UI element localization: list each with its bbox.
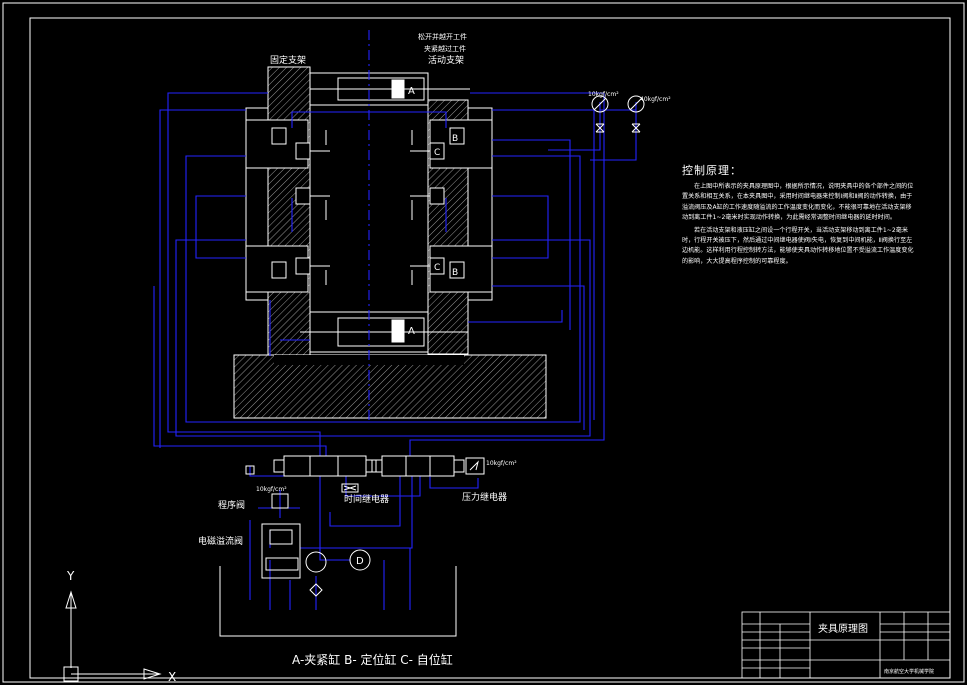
upper-label-2: 夹紧越过工件 xyxy=(424,44,466,53)
cylinder-c-top-label: C xyxy=(434,148,440,158)
relief-setting: 10kgf/cm² xyxy=(256,486,287,493)
cylinder-c-bottom-label: C xyxy=(434,263,440,273)
cylinder-b-bottom-label: B xyxy=(452,268,458,278)
pressure-valve-setting: 10kgf/cm² xyxy=(486,460,517,467)
title-block: 夹具原理图 南京航空大学机械学院 xyxy=(741,611,951,679)
motor-symbol-label: D xyxy=(356,556,364,567)
cylinder-b-top-label: B xyxy=(452,134,458,144)
schematic-canvas: 固定支架 活动支架 松开并越开工件 夹紧越过工件 10kgf/cm² 40kgf… xyxy=(2,2,965,684)
fixed-support-label: 固定支架 xyxy=(270,54,306,66)
cylinder-a-bottom-label: A xyxy=(408,326,415,337)
note-paragraph-1: 在上图中所表示的夹具原理图中，根据所示情况，说明夹具中的各个部件之间的位置关系和… xyxy=(682,183,914,222)
movable-support-label: 活动支架 xyxy=(428,54,464,66)
gauge-left-label: 10kgf/cm² xyxy=(588,91,619,98)
cylinder-a-top-label: A xyxy=(408,86,415,97)
directional-valves xyxy=(219,455,485,637)
solenoid-relief-label: 电磁溢流阀 xyxy=(198,535,243,547)
valve-ii xyxy=(381,455,455,477)
time-relay-label: 时间继电器 xyxy=(344,493,389,505)
sequence-valve-label: 程序阀 xyxy=(218,499,245,511)
axis-y-label: Y xyxy=(66,569,75,583)
note-title: 控制原理： xyxy=(682,164,742,177)
legend-text: A-夹紧缸 B- 定位缸 C- 自位缸 xyxy=(292,652,453,667)
fixture-body xyxy=(233,66,547,419)
pressure-relay-symbol xyxy=(465,457,485,475)
valve-i xyxy=(283,455,367,477)
fixed-support-block xyxy=(267,66,311,356)
gauge-right-label: 40kgf/cm² xyxy=(640,96,671,103)
axis-x-label: X xyxy=(168,670,176,684)
control-principle-note: 控制原理： 在上图中所表示的夹具原理图中，根据所示情况，说明夹具中的各个部件之间… xyxy=(682,162,914,269)
upper-label-1: 松开并越开工件 xyxy=(418,32,467,41)
ucs-axis xyxy=(63,590,162,682)
pump-icon xyxy=(305,551,327,573)
drawing-title: 夹具原理图 xyxy=(818,622,868,635)
oil-tank xyxy=(219,566,457,637)
organization-label: 南京航空大学机械学院 xyxy=(884,668,934,675)
pressure-relay-label: 压力继电器 xyxy=(462,491,507,503)
note-paragraph-2: 若在活动支架和液压缸之间设一个行程开关，当活动支架移动到离工件1~2毫米时，行程… xyxy=(682,226,914,265)
drawing-frame xyxy=(2,2,965,683)
